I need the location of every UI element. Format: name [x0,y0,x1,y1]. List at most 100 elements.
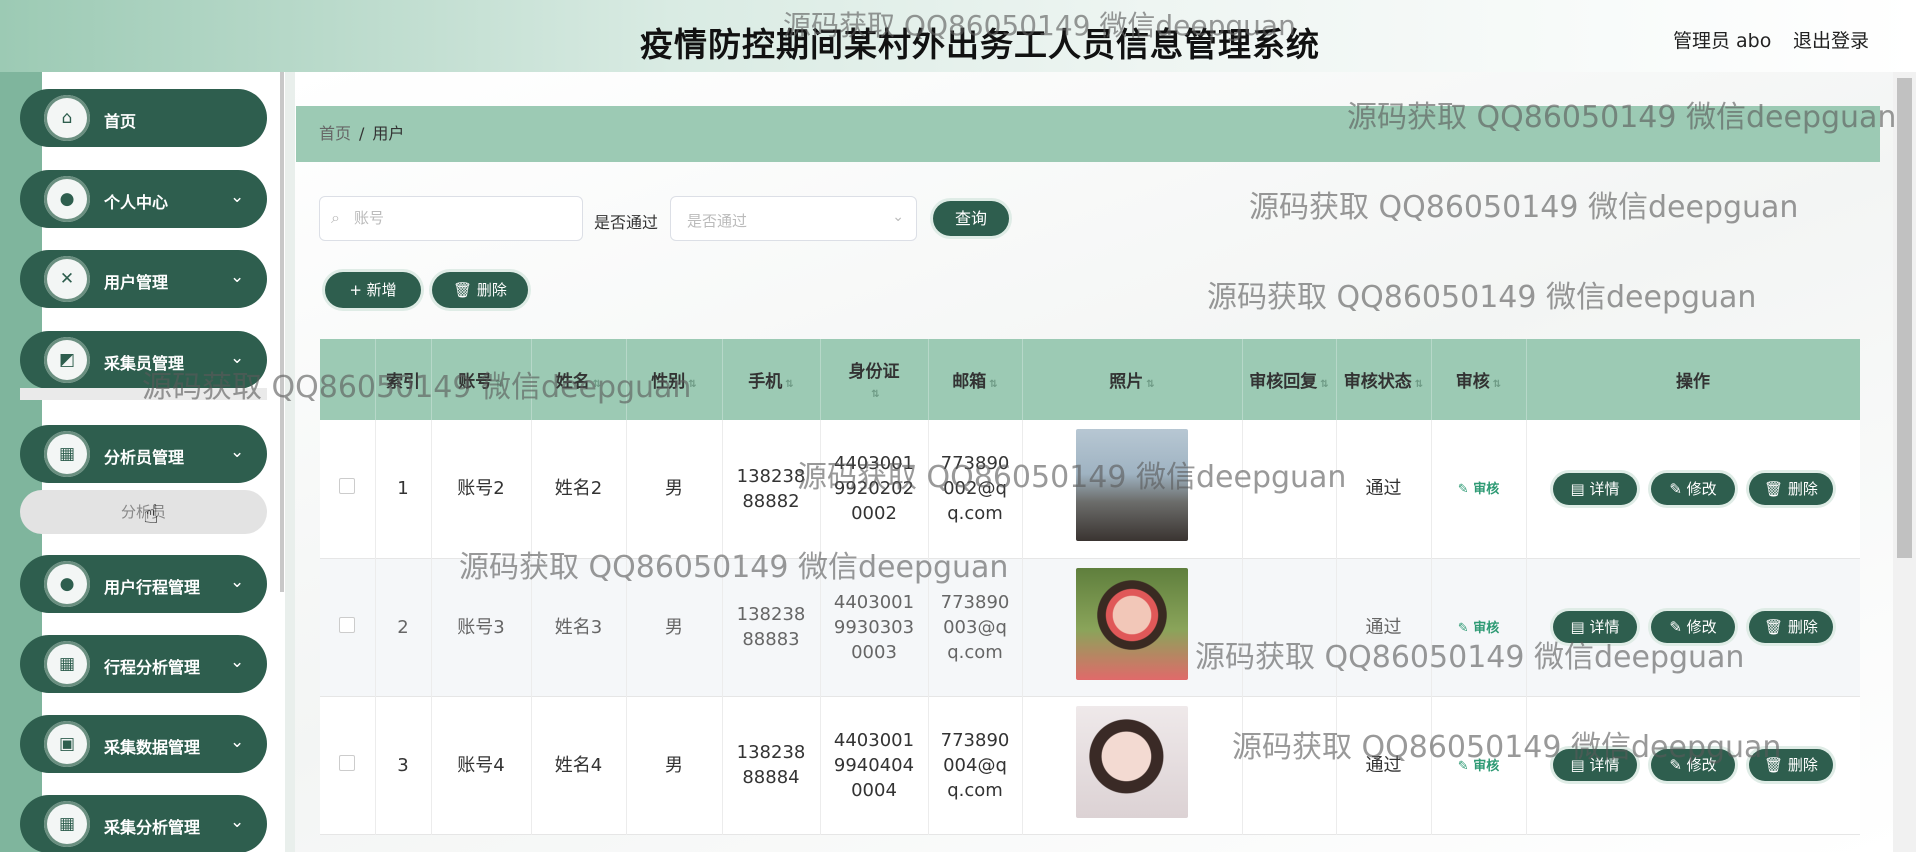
column-header-index[interactable]: 索引 [375,339,432,420]
sort-icon[interactable]: ⇅ [785,379,793,390]
column-header-select [320,339,376,420]
delete-button[interactable]: 🗑 删除 [1749,611,1833,643]
sidebar-item-home[interactable]: ⌂ 首页 [20,89,267,147]
sidebar-item-label: 行程分析管理 [104,658,201,677]
edit-button[interactable]: ✎ 修改 [1651,611,1735,643]
sort-icon[interactable]: ⇅ [1320,379,1328,390]
detail-button[interactable]: ▤ 详情 [1553,749,1637,781]
account-search-input[interactable] [319,196,583,241]
sort-icon[interactable]: ⇅ [593,379,601,390]
audit-label: 审核 [1473,620,1500,636]
audit-link[interactable]: ✎ 审核 [1458,621,1499,636]
sidebar-item-users[interactable]: ✕ 用户管理 ⌄ [20,250,267,308]
sort-icon[interactable]: ⇅ [495,379,503,390]
logout-link[interactable]: 退出登录 [1793,26,1869,53]
table-row: 2 账号3 姓名3 男 13823888883 4403001993030300… [320,558,1860,696]
doc-icon: ▤ [1570,756,1590,774]
sort-icon[interactable]: ⇅ [688,379,696,390]
row-checkbox[interactable] [339,616,356,633]
user-photo[interactable] [1076,429,1188,542]
pen-icon: ✎ [1457,482,1474,498]
trash-icon: 🗑 [1764,479,1788,498]
user-photo[interactable] [1076,705,1188,818]
column-header-reply[interactable]: 审核回复 ⇅ [1242,339,1337,420]
bulk-delete-button[interactable]: 🗑 删除 [432,272,528,308]
sort-icon[interactable]: ⇅ [1415,379,1423,390]
delete-button[interactable]: 🗑 删除 [1749,472,1833,505]
column-header-email[interactable]: 邮箱 ⇅ [928,339,1023,420]
edit-label: 修改 [1686,479,1717,498]
sidebar-item-label: 采集员管理 [104,354,185,373]
column-header-name[interactable]: 姓名 ⇅ [531,339,627,420]
pass-filter-label: 是否通过 [594,213,659,232]
column-header-audit[interactable]: 审核 ⇅ [1431,339,1527,420]
doc-icon: ▤ [1570,618,1590,636]
column-header-gender[interactable]: 性别 ⇅ [626,339,723,420]
sidebar-item-user-trips[interactable]: ● 用户行程管理 ⌄ [20,555,267,613]
column-header-account[interactable]: 账号 ⇅ [431,339,532,420]
sidebar-item-label: 用户管理 [104,273,169,292]
detail-button[interactable]: ▤ 详情 [1553,611,1637,643]
column-header-status[interactable]: 审核状态 ⇅ [1336,339,1432,420]
delete-label: 删除 [1787,479,1818,498]
pen-icon: ✎ [1669,618,1687,636]
edit-button[interactable]: ✎ 修改 [1651,472,1735,505]
audit-label: 审核 [1473,758,1500,774]
pass-filter-select[interactable]: 是否通过 ⌄ [670,196,917,241]
detail-button[interactable]: ▤ 详情 [1553,472,1637,505]
sort-icon[interactable]: ⇅ [989,379,997,390]
query-button[interactable]: 查询 [933,201,1009,236]
cell-email: 773890002@qq.com [928,420,1023,558]
sidebar-item-collectors[interactable]: ◩ 采集员管理 ⌄ [20,331,267,389]
column-header-label: 照片 [1109,372,1144,392]
delete-label: 删除 [1787,756,1818,774]
trash-icon: 🗑 [1764,618,1788,636]
user-icon: ● [44,561,90,607]
cell-status: 通过 [1336,696,1432,834]
cell-phone: 13823888883 [722,558,821,696]
user-photo[interactable] [1076,567,1188,680]
scrollbar-thumb[interactable] [1897,78,1912,558]
column-header-photo[interactable]: 照片 ⇅ [1022,339,1243,420]
add-button[interactable]: + 新增 [325,272,421,308]
column-header-actions: 操作 [1526,339,1860,420]
chevron-down-icon: ⌄ [230,572,245,592]
column-header-label: 手机 [748,372,783,392]
cell-gender: 男 [626,696,723,834]
audit-link[interactable]: ✎ 审核 [1458,482,1499,497]
column-header-label: 姓名 [555,372,590,392]
column-header-label: 账号 [458,372,493,392]
audit-link[interactable]: ✎ 审核 [1458,759,1499,774]
cell-name: 姓名3 [531,558,627,696]
sort-icon[interactable]: ⇅ [871,389,879,400]
cell-index: 3 [375,696,432,834]
delete-button[interactable]: 🗑 删除 [1749,749,1833,781]
edit-button[interactable]: ✎ 修改 [1651,749,1735,781]
sidebar-item-collect-data[interactable]: ▣ 采集数据管理 ⌄ [20,715,267,773]
chevron-down-icon: ⌄ [230,732,245,752]
cell-gender: 男 [626,558,723,696]
breadcrumb-home[interactable]: 首页 [319,124,351,143]
sidebar-item-analysts[interactable]: ▦ 分析员管理 ⌄ [20,425,267,483]
chart-icon: ◩ [44,337,90,383]
column-header-idcard[interactable]: 身份证 ⇅ [820,339,929,420]
edit-label: 修改 [1686,618,1717,636]
page-scrollbar[interactable] [1893,72,1916,852]
detail-label: 详情 [1589,479,1620,498]
sidebar-item-profile[interactable]: ● 个人中心 ⌄ [20,170,267,228]
sort-icon[interactable]: ⇅ [1493,379,1501,390]
sidebar-item-trip-analysis[interactable]: ▦ 行程分析管理 ⌄ [20,635,267,693]
delete-label: 删除 [1787,618,1818,636]
row-checkbox[interactable] [339,754,356,771]
sidebar-item-collect-analysis[interactable]: ▦ 采集分析管理 ⌄ [20,795,267,852]
sidebar-scrollbar[interactable] [280,72,284,592]
cell-reply [1242,558,1337,696]
edit-label: 修改 [1686,756,1717,774]
sort-icon[interactable]: ⇅ [1146,379,1154,390]
chevron-down-icon: ⌄ [230,348,245,368]
cell-gender: 男 [626,420,723,558]
chevron-down-icon: ⌄ [892,209,904,225]
row-checkbox[interactable] [339,478,356,495]
column-header-phone[interactable]: 手机 ⇅ [722,339,821,420]
pass-select-placeholder: 是否通过 [687,212,748,230]
